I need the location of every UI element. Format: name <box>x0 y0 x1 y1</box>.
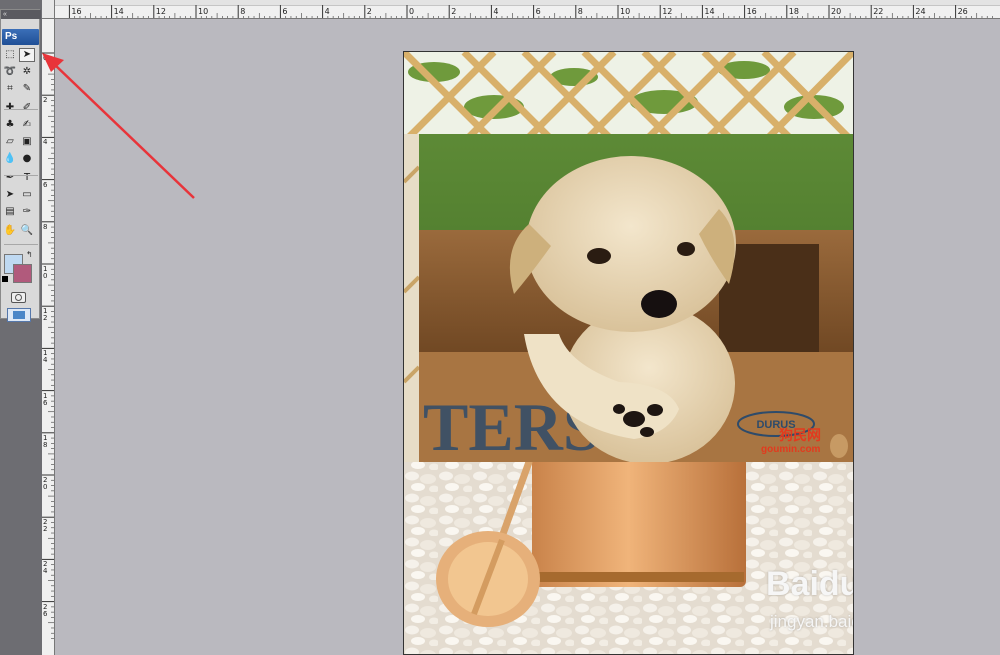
healing-brush-tool-icon[interactable]: ✚ <box>2 101 18 115</box>
default-colors-icon[interactable] <box>2 276 8 282</box>
dodge-tool-icon[interactable]: ● <box>19 152 35 166</box>
ruler-label: 2 <box>43 96 48 105</box>
blur-tool-icon[interactable]: 💧 <box>2 152 18 166</box>
ruler-label: 16 <box>43 391 48 407</box>
ruler-label: 22 <box>873 7 884 16</box>
ruler-label: 26 <box>43 602 48 618</box>
rect-marquee-tool-icon[interactable]: ⬚ <box>2 48 18 62</box>
path-selection-tool-icon[interactable]: ➤ <box>2 188 18 202</box>
zoom-tool-icon[interactable]: 🔍 <box>19 224 35 238</box>
ruler-label: 10 <box>198 7 209 16</box>
ruler-label: 14 <box>43 349 48 365</box>
ruler-label: 6 <box>282 7 288 16</box>
ruler-label: 6 <box>535 7 541 16</box>
eyedropper-tool-icon[interactable]: ✎ <box>19 82 35 96</box>
background-color-swatch[interactable] <box>13 264 32 283</box>
brush-tool-icon[interactable]: ✐ <box>19 101 35 115</box>
ruler-label: 4 <box>43 138 48 147</box>
ruler-label: 16 <box>746 7 757 16</box>
divider <box>4 175 38 176</box>
ruler-label: 20 <box>831 7 842 16</box>
ruler-label: 0 <box>409 7 415 16</box>
move-tool-icon[interactable]: ➤ <box>19 48 35 62</box>
ps-logo[interactable]: Ps <box>2 29 39 45</box>
ruler-label: 8 <box>43 222 48 231</box>
shape-tool-icon[interactable]: ▭ <box>19 188 35 202</box>
ruler-label: 10 <box>43 265 48 280</box>
tools-panel: « Ps ⬚ ➤ ➰ ✲ ⌗ ✎ ✚ ✐ ♣ ✍ ▱ ▣ 💧 ● ✒ T ➤ ▭ ▤ ✑ ✋ 🔍 ↰ <box>0 9 41 322</box>
ruler-label: 18 <box>788 7 799 16</box>
puppy-photo-layer[interactable]: TERS DURUS 狗民网 goumin.com <box>419 134 853 462</box>
ruler-label: 12 <box>155 7 166 16</box>
ruler-label: 14 <box>704 7 715 16</box>
document-canvas[interactable]: TERS DURUS 狗民网 goumin.com Baidu 经验 jingy… <box>403 51 854 655</box>
panel-collapse-handle[interactable]: « <box>1 10 41 19</box>
baidu-watermark-logo: Baidu <box>766 565 854 603</box>
ruler-label: 2 <box>451 7 457 16</box>
ruler-origin[interactable] <box>42 0 55 19</box>
magic-wand-tool-icon[interactable]: ✲ <box>19 65 35 79</box>
ruler-label: 4 <box>493 7 499 16</box>
crop-tool-icon[interactable]: ⌗ <box>2 82 18 96</box>
ruler-label: 16 <box>71 7 82 16</box>
ruler-label: 12 <box>43 307 48 323</box>
pen-tool-icon[interactable]: ✒ <box>2 171 18 185</box>
gradient-tool-icon[interactable]: ▣ <box>19 135 35 149</box>
hand-tool-icon[interactable]: ✋ <box>2 224 18 238</box>
divider <box>4 109 38 110</box>
ruler-label: 26 <box>957 7 968 16</box>
ruler-label: 2 <box>366 7 372 16</box>
ruler-label: 24 <box>43 560 48 576</box>
ruler-label: 0 <box>43 54 48 62</box>
ruler-label: 4 <box>324 7 330 16</box>
ruler-label: 10 <box>620 7 631 16</box>
ruler-label: 18 <box>43 433 48 449</box>
ruler-vertical[interactable]: 0 2 4 6 8 10 12 14 16 18 20 22 24 26 <box>42 19 55 655</box>
color-sampler-tool-icon[interactable]: ✑ <box>19 205 35 219</box>
ruler-label: 8 <box>577 7 583 16</box>
ruler-label: 14 <box>113 7 124 16</box>
history-brush-tool-icon[interactable]: ✍ <box>19 118 35 132</box>
ruler-horizontal[interactable]: 16 14 12 10 8 6 4 2 0 2 4 6 8 10 12 14 16 18 20 22 24 26 <box>42 0 1000 19</box>
ruler-label: 24 <box>915 7 926 16</box>
lasso-tool-icon[interactable]: ➰ <box>2 65 18 79</box>
quick-mask-button[interactable] <box>11 292 26 303</box>
swap-colors-icon[interactable]: ↰ <box>26 250 33 259</box>
screen-mode-button[interactable] <box>7 308 31 322</box>
type-tool-icon[interactable]: T <box>19 171 35 185</box>
clone-stamp-tool-icon[interactable]: ♣ <box>2 118 18 132</box>
baidu-watermark-url: jingyan.baidu.com <box>770 612 853 631</box>
ruler-label: 6 <box>43 180 48 189</box>
ruler-label: 22 <box>43 518 48 534</box>
ruler-horizontal-ticks <box>68 5 993 18</box>
divider <box>4 244 38 245</box>
eraser-tool-icon[interactable]: ▱ <box>2 135 18 149</box>
goumin-cn-watermark: 狗民网 <box>779 427 821 443</box>
goumin-url-watermark: goumin.com <box>761 444 821 455</box>
ruler-label: 8 <box>240 7 246 16</box>
ruler-label: 12 <box>662 7 673 16</box>
ruler-label: 20 <box>43 476 48 491</box>
notes-tool-icon[interactable]: ▤ <box>2 205 18 219</box>
